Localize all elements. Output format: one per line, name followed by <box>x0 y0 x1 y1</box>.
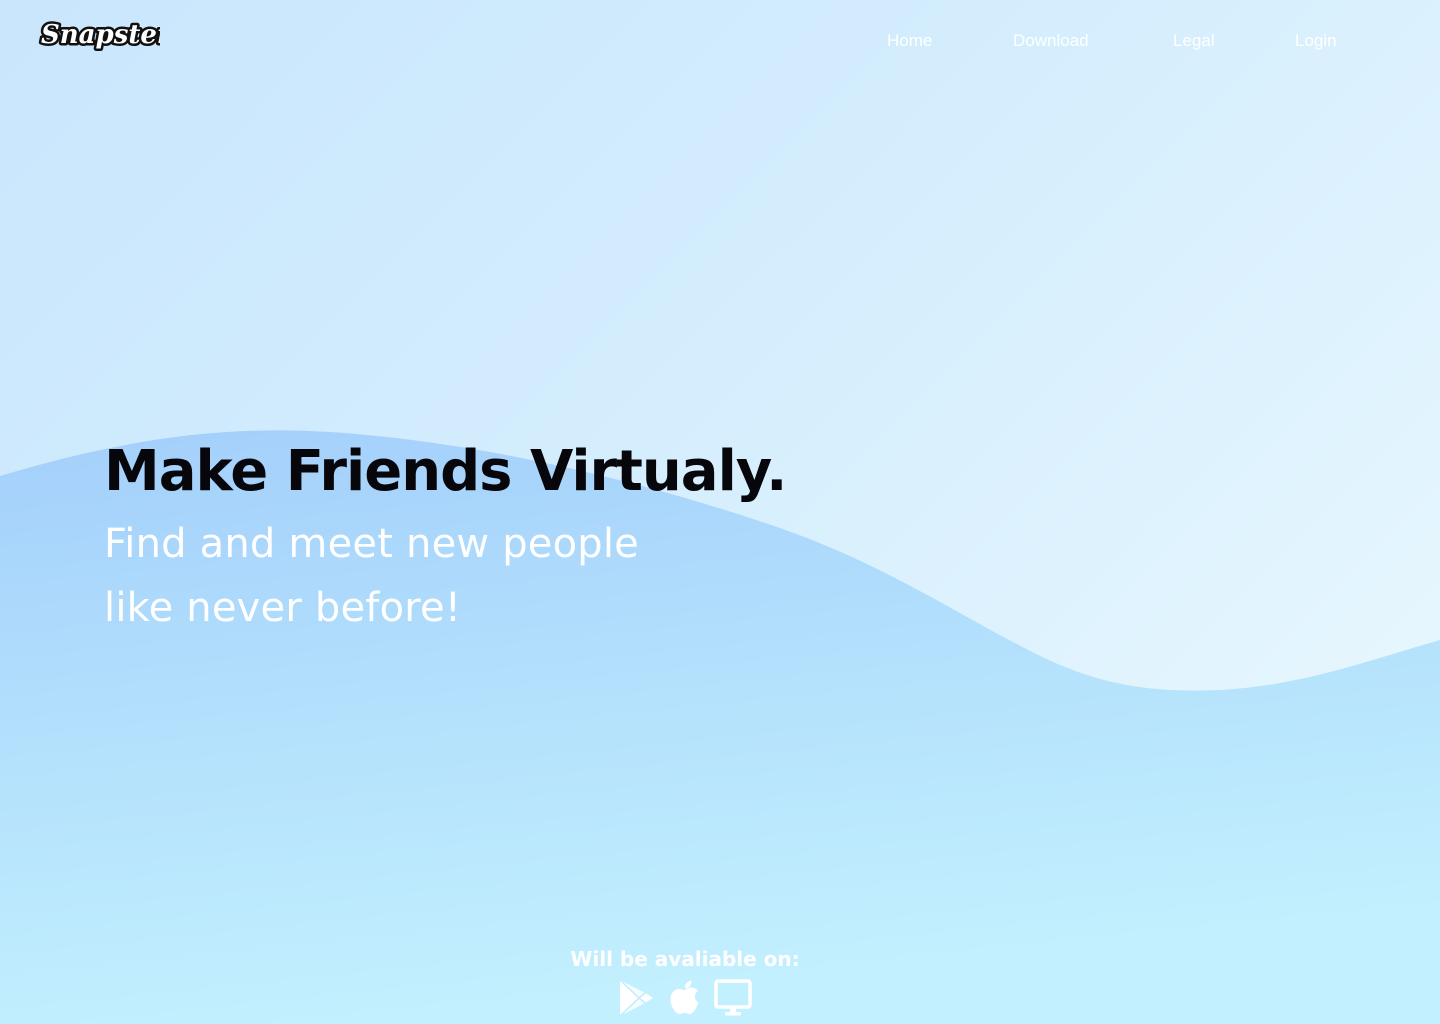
google-play-icon[interactable] <box>617 978 657 1018</box>
top-navigation: Home Download Legal Login <box>0 31 1440 55</box>
availability-label: Will be avaliable on: <box>570 947 800 971</box>
nav-download-link[interactable]: Download <box>1013 31 1089 51</box>
apple-icon[interactable] <box>665 978 705 1018</box>
nav-home-link[interactable]: Home <box>887 31 932 51</box>
nav-legal-link[interactable]: Legal <box>1173 31 1215 51</box>
nav-login-link[interactable]: Login <box>1295 31 1337 51</box>
hero-subtitle: Find and meet new people like never befo… <box>104 521 639 631</box>
hero-section: Make Friends Virtualy. Find and meet new… <box>104 436 787 640</box>
platform-icons <box>0 976 1370 1020</box>
desktop-monitor-icon[interactable] <box>713 978 753 1018</box>
availability-section: Will be avaliable on: <box>0 946 1370 1020</box>
hero-title: Make Friends Virtualy. <box>104 439 787 504</box>
